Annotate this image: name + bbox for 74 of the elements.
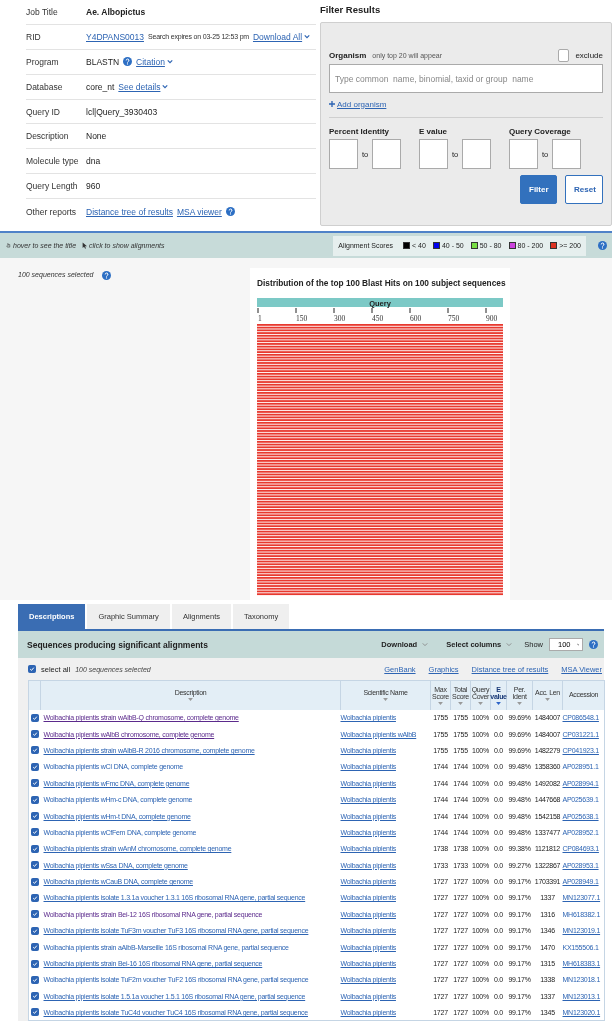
row-checkbox[interactable] (31, 762, 39, 771)
section-title: Sequences producing significant alignments (27, 639, 208, 650)
row-checkbox[interactable] (31, 812, 39, 821)
exclude-checkbox[interactable] (558, 48, 570, 62)
range-field[interactable] (372, 139, 402, 169)
row-checkbox[interactable] (31, 992, 39, 1001)
panel-title: Filter Results (320, 4, 382, 17)
plus-icon (329, 101, 335, 107)
help-icon[interactable] (598, 241, 607, 250)
row-checkbox[interactable] (31, 975, 39, 984)
row-checkbox[interactable] (31, 910, 39, 919)
link[interactable]: Distance tree of results (86, 206, 173, 217)
range-field[interactable] (552, 139, 582, 169)
field-value: BLASTN (86, 56, 120, 67)
row-checkbox[interactable] (31, 894, 39, 902)
dropdown-link[interactable]: Download All (252, 31, 311, 42)
link[interactable]: Y4DPANS0013 (86, 31, 144, 42)
field-label: Program (26, 56, 60, 67)
field-label: Organism (329, 50, 367, 60)
caret-icon (162, 84, 169, 90)
link[interactable]: MSA viewer (176, 206, 222, 217)
help-icon[interactable] (101, 271, 111, 280)
field-value: core_nt (86, 81, 115, 92)
field-label: Query Length (26, 181, 79, 192)
caret-icon (166, 59, 173, 65)
hand-icon (6, 242, 11, 249)
field-value: lcl|Query_3930403 (86, 106, 158, 117)
range-field[interactable] (329, 139, 358, 169)
row-checkbox[interactable] (31, 926, 39, 935)
caret-icon (304, 34, 311, 40)
field-value: 960 (86, 181, 101, 192)
row-checkbox[interactable] (31, 746, 39, 755)
row-checkbox[interactable] (31, 959, 39, 968)
row-checkbox[interactable] (31, 943, 39, 952)
field-label: Query ID (26, 106, 61, 117)
row-checkbox[interactable] (31, 730, 39, 739)
reset-button[interactable]: Reset (565, 175, 603, 204)
dropdown-link[interactable]: See details (118, 81, 169, 92)
checkbox-label: exclude (575, 50, 603, 60)
field-label: Percent Identity (329, 127, 390, 136)
help-icon[interactable] (123, 57, 133, 67)
row-checkbox[interactable] (31, 795, 39, 804)
field-label: E value (419, 127, 448, 136)
add-organism-link[interactable]: Add organism (329, 99, 387, 109)
help-icon[interactable] (225, 207, 235, 217)
range-field[interactable] (462, 139, 492, 169)
caret-icon (506, 642, 513, 647)
range-field[interactable] (419, 139, 448, 169)
row-checkbox[interactable] (31, 861, 39, 870)
row-checkbox[interactable] (31, 779, 39, 788)
field-label: Database (26, 81, 64, 92)
field-label: Job Title (26, 6, 59, 17)
sort-arrow-icon[interactable] (496, 701, 501, 705)
field-label: Molecule type (26, 156, 80, 167)
field-value: dna (86, 156, 101, 167)
help-icon[interactable] (589, 640, 598, 649)
organism-field[interactable]: Type common name, binomial, taxid or group name (329, 64, 603, 93)
filter-button[interactable]: Filter (520, 175, 557, 204)
row-checkbox[interactable] (31, 877, 39, 886)
dropdown-link[interactable]: Citation (136, 56, 173, 67)
row-checkbox[interactable] (31, 713, 39, 722)
range-field[interactable] (509, 139, 538, 169)
field-label: Other reports (26, 206, 78, 217)
job-title: Ae. Albopictus (86, 6, 146, 17)
caret-icon (422, 642, 429, 647)
pointer-icon (82, 242, 88, 249)
row-checkbox[interactable] (31, 844, 39, 853)
row-checkbox[interactable] (31, 828, 39, 837)
field-value: None (86, 131, 107, 142)
field-label: Query Coverage (509, 127, 572, 136)
row-checkbox[interactable] (31, 1008, 39, 1017)
field-label: Description (26, 131, 70, 142)
select-all-checkbox[interactable] (28, 665, 36, 673)
field-label: RID (26, 31, 42, 42)
